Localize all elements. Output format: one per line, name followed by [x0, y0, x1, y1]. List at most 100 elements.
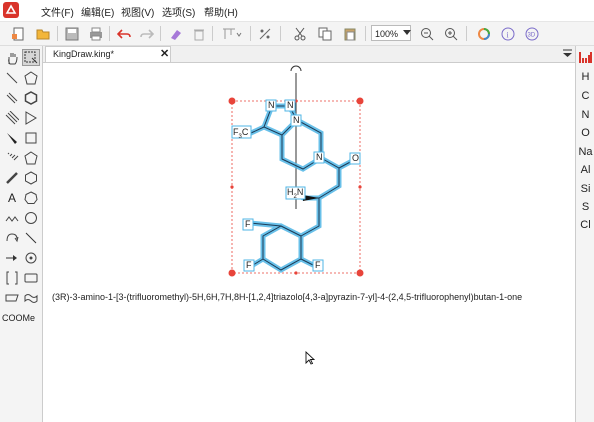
menu-edit[interactable]: 编辑(E)	[81, 4, 114, 19]
lasso-select-icon[interactable]	[22, 49, 40, 66]
toolbar-separator	[365, 26, 366, 41]
menu-help[interactable]: 帮助(H)	[204, 4, 238, 19]
pentagon-ring-2-icon[interactable]	[22, 149, 40, 166]
atom-label-cf3: F3C	[233, 127, 249, 140]
element-c[interactable]: C	[576, 90, 594, 102]
atom-label-n: N	[293, 115, 300, 125]
cut-icon[interactable]	[291, 25, 308, 42]
text-tool-label: A	[7, 190, 16, 205]
pentagon-ring-icon[interactable]	[22, 69, 40, 86]
main-toolbar: 100% i 3D	[0, 22, 594, 46]
bracket-icon[interactable]	[3, 269, 21, 286]
align-icon[interactable]	[220, 25, 244, 42]
rotate-handle-icon	[290, 65, 302, 72]
open-folder-icon[interactable]	[34, 25, 51, 42]
element-si[interactable]: Si	[576, 183, 594, 195]
tab-kingdraw-doc[interactable]: KingDraw.king* ✕	[45, 46, 171, 62]
menu-options[interactable]: 选项(S)	[162, 4, 195, 19]
menu-file[interactable]: 文件(F)	[41, 4, 74, 19]
chevron-down-icon[interactable]	[402, 27, 412, 39]
element-o[interactable]: O	[576, 127, 594, 139]
hash-wedge-bond-icon[interactable]	[3, 149, 21, 166]
element-palette: H C N O Na Al Si S Cl	[575, 46, 594, 422]
undo-icon[interactable]	[115, 25, 132, 42]
bold-bond-icon[interactable]	[3, 169, 21, 186]
drawing-canvas[interactable]: F3C N N N N O H2N F F F (3R)-3-amino-1-[…	[43, 63, 575, 422]
3d-view-icon[interactable]: 3D	[523, 25, 540, 42]
svg-text:3D: 3D	[527, 32, 535, 38]
rectangle-tool-icon[interactable]	[22, 269, 40, 286]
selection-handle	[356, 269, 364, 277]
target-icon[interactable]	[22, 249, 40, 266]
wave-shape-icon[interactable]	[22, 289, 40, 306]
octagon-ring-icon[interactable]	[22, 209, 40, 226]
atom-label-n: N	[287, 100, 294, 110]
double-bond-icon[interactable]	[3, 89, 21, 106]
element-s[interactable]: S	[576, 201, 594, 213]
delete-icon[interactable]	[190, 25, 207, 42]
redo-icon[interactable]	[138, 25, 155, 42]
document-tab-bar: KingDraw.king* ✕	[43, 46, 575, 63]
single-bond-icon[interactable]	[3, 69, 21, 86]
atom-label-nh2: H2N	[287, 187, 304, 200]
app-logo-icon	[3, 2, 19, 18]
element-h[interactable]: H	[576, 71, 594, 83]
selection-handle	[230, 185, 234, 189]
close-icon[interactable]: ✕	[160, 47, 169, 60]
atom-label-o: O	[352, 153, 360, 163]
zoom-out-icon[interactable]	[418, 25, 435, 42]
paste-icon[interactable]	[341, 25, 358, 42]
toolbar-separator	[212, 26, 213, 41]
toolbar-separator	[250, 26, 251, 41]
atom-label-n: N	[268, 100, 275, 110]
toolbar-separator	[109, 26, 110, 41]
mouse-cursor-icon	[305, 350, 316, 368]
element-n[interactable]: N	[576, 109, 594, 121]
new-doc-icon[interactable]	[9, 25, 26, 42]
tab-title: KingDraw.king*	[53, 49, 115, 59]
atom-label-n: N	[316, 152, 323, 162]
flag-shape-icon[interactable]	[3, 289, 21, 306]
coome-label: COOMe	[2, 312, 36, 323]
mirror-icon[interactable]	[256, 25, 273, 42]
menu-bar: 文件(F) 编辑(E) 视图(V) 选项(S) 帮助(H)	[0, 0, 594, 22]
coome-template[interactable]: COOMe	[2, 309, 40, 326]
element-cl[interactable]: Cl	[576, 219, 594, 231]
hexagon-bold-ring-icon[interactable]	[22, 89, 40, 106]
toolbar-separator	[160, 26, 161, 41]
arrow-tool-icon[interactable]	[3, 249, 21, 266]
left-tool-palette: A COOMe	[0, 46, 43, 422]
menu-view[interactable]: 视图(V)	[121, 4, 154, 19]
color-ring-icon[interactable]	[475, 25, 492, 42]
toolbar-separator	[466, 26, 467, 41]
square-ring-icon[interactable]	[22, 129, 40, 146]
atom-label-f: F	[315, 260, 321, 270]
triangle-ring-icon[interactable]	[22, 109, 40, 126]
hand-icon[interactable]	[3, 49, 21, 66]
eraser-icon[interactable]	[166, 25, 183, 42]
text-tool[interactable]: A	[3, 189, 21, 206]
copy-icon[interactable]	[316, 25, 333, 42]
hexagon-ring-icon[interactable]	[22, 169, 40, 186]
line-tool-icon[interactable]	[22, 229, 40, 246]
heptagon-ring-icon[interactable]	[22, 189, 40, 206]
element-al[interactable]: Al	[576, 164, 594, 176]
info-icon[interactable]: i	[499, 25, 516, 42]
chain-icon[interactable]	[3, 209, 21, 226]
toolbar-separator	[57, 26, 58, 41]
save-icon[interactable]	[63, 25, 80, 42]
svg-text:i: i	[506, 30, 509, 39]
zoom-in-icon[interactable]	[442, 25, 459, 42]
periodic-table-icon[interactable]	[579, 52, 592, 66]
selection-handle	[358, 185, 362, 189]
selection-handle	[228, 269, 236, 277]
molecule-drawing	[228, 65, 364, 277]
tab-menu-icon[interactable]	[563, 49, 572, 61]
element-na[interactable]: Na	[576, 146, 594, 158]
selection-handle	[294, 271, 298, 275]
print-icon[interactable]	[87, 25, 104, 42]
wedge-bond-icon[interactable]	[3, 129, 21, 146]
zoom-value: 100%	[375, 29, 399, 39]
curved-arrow-icon[interactable]	[3, 229, 21, 246]
triple-bond-icon[interactable]	[3, 109, 21, 126]
